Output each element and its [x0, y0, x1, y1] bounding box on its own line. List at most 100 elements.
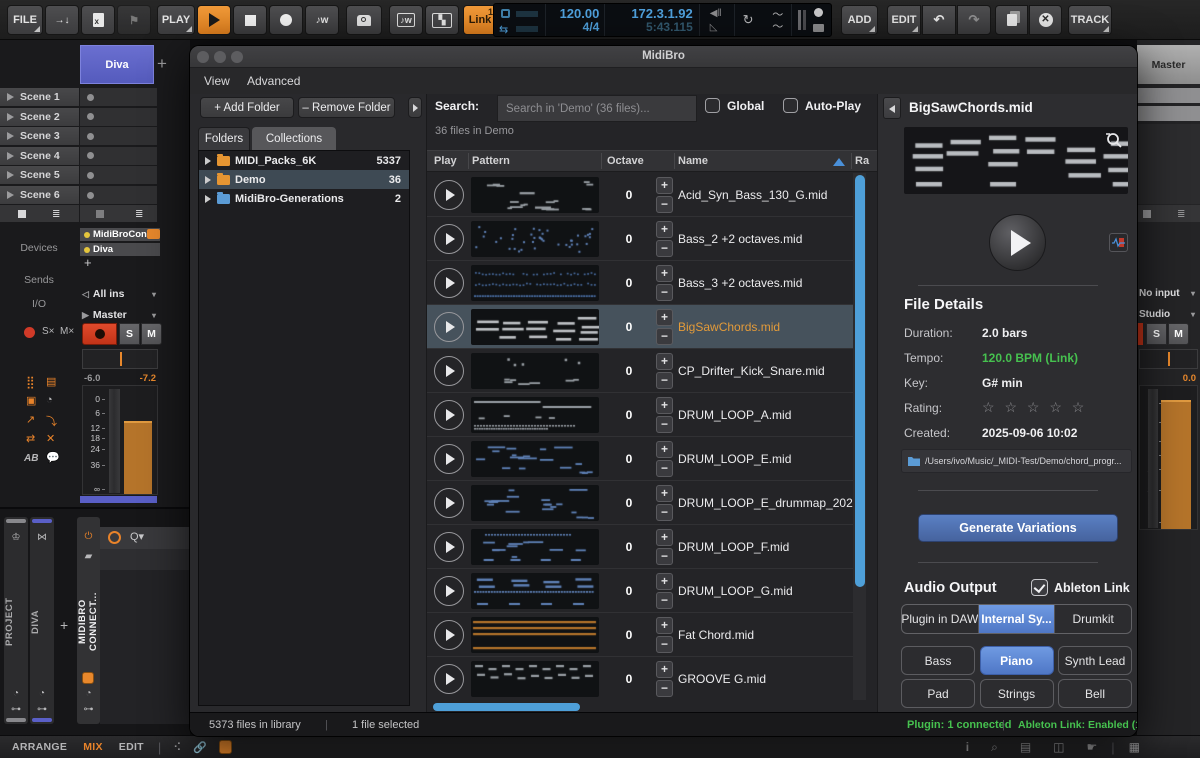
clip-slot[interactable]: [80, 108, 157, 126]
position-section[interactable]: 172.3.1.92 5:43.115: [605, 4, 699, 36]
loop-section[interactable]: ↻ 〜 〜: [735, 4, 793, 36]
clock-icon[interactable]: ◔: [46, 394, 53, 406]
row-play-button[interactable]: [434, 488, 464, 518]
master-stop-row[interactable]: ≣: [1137, 205, 1200, 222]
punch-section[interactable]: ◀‖ ◺: [700, 4, 735, 36]
clip-slot[interactable]: [80, 88, 157, 106]
file-name[interactable]: Bass_3 +2 octaves.mid: [678, 276, 802, 290]
file-row[interactable]: 0+−GROOVE G.mid: [427, 657, 865, 700]
swap-icon[interactable]: ⇄: [26, 432, 35, 445]
add-folder-button[interactable]: + Add Folder: [200, 97, 294, 118]
mute-button[interactable]: M: [141, 323, 162, 345]
tab-diva[interactable]: ⋈ DIVA ◔ ⊶: [30, 517, 54, 724]
comment-icon[interactable]: 💬: [46, 451, 60, 464]
preset-search-icon[interactable]: Q▾: [130, 530, 144, 543]
master-slot[interactable]: [1137, 88, 1200, 103]
audio-preview-icon[interactable]: [1109, 233, 1128, 252]
master-pan-control[interactable]: [1139, 349, 1198, 369]
arrange-view-button[interactable]: ARRANGE: [12, 741, 67, 753]
pattern-thumbnail[interactable]: [471, 353, 599, 389]
scene-row[interactable]: Scene 6: [0, 186, 79, 204]
tempo-section[interactable]: 120.00 4/4: [546, 4, 606, 36]
play-menu-button[interactable]: PLAY: [157, 5, 195, 35]
octave-up-button[interactable]: +: [656, 177, 673, 194]
pan-control[interactable]: [82, 349, 158, 369]
grid-view-icon[interactable]: ⣿: [26, 375, 35, 389]
clip-slot[interactable]: [80, 166, 157, 184]
octave-down-button[interactable]: −: [656, 240, 673, 257]
global-checkbox[interactable]: [705, 98, 720, 113]
tab-folders[interactable]: Folders: [198, 127, 250, 150]
redo-button[interactable]: ↷: [957, 5, 991, 35]
chain-icon[interactable]: 🔗: [193, 741, 207, 754]
pattern-thumbnail[interactable]: [471, 617, 599, 653]
preview-play-button[interactable]: [989, 214, 1046, 271]
row-play-button[interactable]: [434, 620, 464, 650]
gain-value[interactable]: -6.0: [84, 373, 100, 384]
octave-up-button[interactable]: +: [656, 397, 673, 414]
file-row[interactable]: 0+−DRUM_LOOP_A.mid: [427, 393, 865, 437]
row-play-button[interactable]: [434, 532, 464, 562]
volume-fader[interactable]: [109, 389, 120, 493]
track-header-diva[interactable]: Diva: [80, 45, 154, 84]
edit-view-button[interactable]: EDIT: [119, 741, 144, 753]
file-row[interactable]: 0+−DRUM_LOOP_F.mid: [427, 525, 865, 569]
file-row[interactable]: 0+−DRUM_LOOP_E.mid: [427, 437, 865, 481]
solo-disable-icon[interactable]: S×: [42, 326, 55, 337]
clip-slot[interactable]: [80, 147, 157, 165]
rec-disable-icon[interactable]: [24, 327, 35, 338]
octave-down-button[interactable]: −: [656, 196, 673, 213]
track-menu-button[interactable]: TRACK: [1068, 5, 1112, 35]
output-mode-0[interactable]: Plugin in DAW: [902, 605, 979, 633]
master-solo-button[interactable]: S: [1146, 323, 1167, 345]
arrow-up-icon[interactable]: ↗: [26, 413, 35, 426]
master-track-header[interactable]: Master: [1137, 45, 1200, 84]
sound-piano[interactable]: Piano: [980, 646, 1054, 675]
menu-advanced[interactable]: Advanced: [247, 74, 300, 88]
octave-up-button[interactable]: +: [656, 661, 673, 678]
file-name[interactable]: Fat Chord.mid: [678, 628, 754, 642]
file-row[interactable]: 0+−DRUM_LOOP_E_drummap_202...: [427, 481, 865, 525]
menu-view[interactable]: View: [204, 74, 230, 88]
master-volume-fader[interactable]: [1148, 389, 1158, 528]
horizontal-scroll-thumb[interactable]: [433, 703, 580, 711]
master-level-meter[interactable]: 0612182436∞: [1139, 385, 1198, 530]
octave-down-button[interactable]: −: [656, 636, 673, 653]
folder-tree-item[interactable]: Demo36: [199, 170, 409, 189]
pattern-thumbnail[interactable]: [471, 221, 599, 257]
tempo-icons-section[interactable]: ⇆: [494, 4, 546, 36]
devices-label[interactable]: Devices: [0, 242, 78, 254]
tab-project[interactable]: ♔ PROJECT ◔ ⊶: [4, 517, 28, 724]
output-mode-2[interactable]: Drumkit: [1055, 605, 1131, 633]
time-signature[interactable]: 4/4: [583, 20, 600, 34]
solo-button[interactable]: S: [119, 323, 140, 345]
zoom-icon[interactable]: [1105, 131, 1123, 149]
overdub-button[interactable]: ♪w: [305, 5, 339, 35]
file-name[interactable]: DRUM_LOOP_E.mid: [678, 452, 791, 466]
tab-midibro-connect[interactable]: ⏻ ▰ MIDIBRO CONNECT... ◔ ⊶: [77, 517, 100, 724]
octave-up-button[interactable]: +: [656, 573, 673, 590]
arrow-down-icon[interactable]: ⤵: [46, 413, 57, 429]
device-midibroconnect[interactable]: MidiBroConnect: [80, 228, 160, 241]
piano-icon[interactable]: ▦: [1129, 740, 1140, 754]
ableton-link-checkbox[interactable]: [1031, 579, 1048, 596]
clip-slot[interactable]: [80, 127, 157, 145]
add-panel-button[interactable]: +: [60, 617, 68, 633]
play-button[interactable]: [197, 5, 231, 35]
octave-up-button[interactable]: +: [656, 309, 673, 326]
file-menu-button[interactable]: FILE: [7, 5, 43, 35]
track-input-select[interactable]: ◁All ins▾: [82, 288, 160, 300]
row-play-button[interactable]: [434, 444, 464, 474]
table-header[interactable]: Play Pattern Octave Name Ra: [427, 150, 877, 172]
row-play-button[interactable]: [434, 400, 464, 430]
add-menu-button[interactable]: ADD: [841, 5, 878, 35]
scene-row[interactable]: Scene 4: [0, 147, 79, 165]
duplicate-button[interactable]: [995, 5, 1028, 35]
scene-stop-row[interactable]: ≣: [0, 205, 79, 222]
delete-button[interactable]: ✕: [1029, 5, 1062, 35]
io-label[interactable]: I/O: [0, 298, 78, 310]
file-name[interactable]: DRUM_LOOP_G.mid: [678, 584, 793, 598]
octave-up-button[interactable]: +: [656, 221, 673, 238]
follow-playhead-button[interactable]: →↓: [45, 5, 79, 35]
octave-down-button[interactable]: −: [656, 328, 673, 345]
